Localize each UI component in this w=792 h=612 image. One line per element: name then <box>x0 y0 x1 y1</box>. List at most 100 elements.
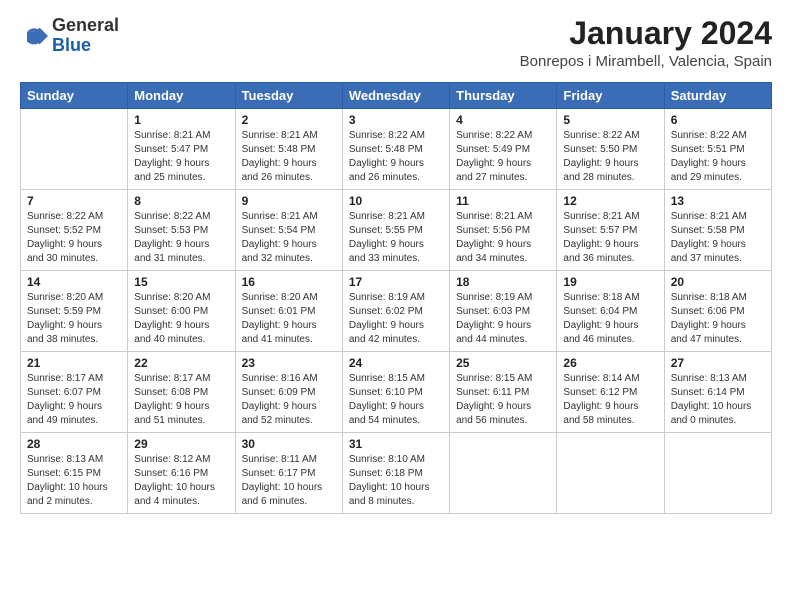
day-number: 21 <box>27 356 121 370</box>
day-number: 9 <box>242 194 336 208</box>
table-row: 3Sunrise: 8:22 AM Sunset: 5:48 PM Daylig… <box>342 109 449 190</box>
logo: General Blue <box>20 16 119 56</box>
day-content: Sunrise: 8:22 AM Sunset: 5:53 PM Dayligh… <box>134 210 228 266</box>
day-content: Sunrise: 8:15 AM Sunset: 6:10 PM Dayligh… <box>349 372 443 428</box>
day-number: 8 <box>134 194 228 208</box>
day-content: Sunrise: 8:17 AM Sunset: 6:08 PM Dayligh… <box>134 372 228 428</box>
day-content: Sunrise: 8:13 AM Sunset: 6:14 PM Dayligh… <box>671 372 765 428</box>
table-row: 28 Sunrise: 8:13 AM Sunset: 6:15 PM Dayli… <box>21 433 128 514</box>
day-content: Sunrise: 8:14 AM Sunset: 6:12 PM Dayligh… <box>563 372 657 428</box>
calendar-week-row: 21 Sunrise: 8:17 AM Sunset: 6:07 PM Dayli… <box>21 352 772 433</box>
table-row: 11Sunrise: 8:21 AM Sunset: 5:56 PM Dayli… <box>450 190 557 271</box>
table-row: 7 Sunrise: 8:22 AM Sunset: 5:52 PM Daylig… <box>21 190 128 271</box>
day-content: Sunrise: 8:10 AM Sunset: 6:18 PM Dayligh… <box>349 453 443 509</box>
table-row: 12 Sunrise: 8:21 AM Sunset: 5:57 PM Dayli… <box>557 190 664 271</box>
table-row <box>557 433 664 514</box>
table-row: 27 Sunrise: 8:13 AM Sunset: 6:14 PM Dayli… <box>664 352 771 433</box>
header-friday: Friday <box>557 83 664 109</box>
day-content: Sunrise: 8:12 AM Sunset: 6:16 PM Dayligh… <box>134 453 228 509</box>
day-content: Sunrise: 8:13 AM Sunset: 6:15 PM Dayligh… <box>27 453 121 509</box>
day-content: Sunrise: 8:21 AM Sunset: 5:48 PM Dayligh… <box>242 129 336 185</box>
day-number: 12 <box>563 194 657 208</box>
day-content: Sunrise: 8:19 AM Sunset: 6:03 PM Dayligh… <box>456 291 550 347</box>
day-number: 6 <box>671 113 765 127</box>
table-row: 22Sunrise: 8:17 AM Sunset: 6:08 PM Dayli… <box>128 352 235 433</box>
day-number: 7 <box>27 194 121 208</box>
calendar-week-row: 28 Sunrise: 8:13 AM Sunset: 6:15 PM Dayli… <box>21 433 772 514</box>
day-content: Sunrise: 8:21 AM Sunset: 5:55 PM Dayligh… <box>349 210 443 266</box>
table-row: 24 Sunrise: 8:15 AM Sunset: 6:10 PM Dayli… <box>342 352 449 433</box>
logo-icon <box>20 22 48 50</box>
table-row: 23 Sunrise: 8:16 AM Sunset: 6:09 PM Dayli… <box>235 352 342 433</box>
calendar-header-row: Sunday Monday Tuesday Wednesday Thursday… <box>21 83 772 109</box>
day-content: Sunrise: 8:21 AM Sunset: 5:57 PM Dayligh… <box>563 210 657 266</box>
day-number: 4 <box>456 113 550 127</box>
day-content: Sunrise: 8:22 AM Sunset: 5:50 PM Dayligh… <box>563 129 657 185</box>
table-row: 10Sunrise: 8:21 AM Sunset: 5:55 PM Dayli… <box>342 190 449 271</box>
table-row: 29Sunrise: 8:12 AM Sunset: 6:16 PM Dayli… <box>128 433 235 514</box>
table-row: 8 Sunrise: 8:22 AM Sunset: 5:53 PM Daylig… <box>128 190 235 271</box>
location-title: Bonrepos i Mirambell, Valencia, Spain <box>520 53 772 70</box>
table-row: 15 Sunrise: 8:20 AM Sunset: 6:00 PM Dayli… <box>128 271 235 352</box>
day-number: 5 <box>563 113 657 127</box>
day-number: 25 <box>456 356 550 370</box>
day-number: 24 <box>349 356 443 370</box>
day-content: Sunrise: 8:21 AM Sunset: 5:58 PM Dayligh… <box>671 210 765 266</box>
day-number: 27 <box>671 356 765 370</box>
month-title: January 2024 <box>520 16 772 51</box>
day-content: Sunrise: 8:18 AM Sunset: 6:04 PM Dayligh… <box>563 291 657 347</box>
day-number: 19 <box>563 275 657 289</box>
calendar-week-row: 1 Sunrise: 8:21 AM Sunset: 5:47 PM Daylig… <box>21 109 772 190</box>
table-row <box>21 109 128 190</box>
day-content: Sunrise: 8:20 AM Sunset: 5:59 PM Dayligh… <box>27 291 121 347</box>
table-row: 2 Sunrise: 8:21 AM Sunset: 5:48 PM Daylig… <box>235 109 342 190</box>
table-row: 30 Sunrise: 8:11 AM Sunset: 6:17 PM Dayli… <box>235 433 342 514</box>
table-row: 26 Sunrise: 8:14 AM Sunset: 6:12 PM Dayli… <box>557 352 664 433</box>
table-row: 6 Sunrise: 8:22 AM Sunset: 5:51 PM Daylig… <box>664 109 771 190</box>
table-row: 5 Sunrise: 8:22 AM Sunset: 5:50 PM Daylig… <box>557 109 664 190</box>
day-number: 30 <box>242 437 336 451</box>
table-row <box>664 433 771 514</box>
table-row: 14 Sunrise: 8:20 AM Sunset: 5:59 PM Dayli… <box>21 271 128 352</box>
table-row <box>450 433 557 514</box>
day-content: Sunrise: 8:17 AM Sunset: 6:07 PM Dayligh… <box>27 372 121 428</box>
day-number: 14 <box>27 275 121 289</box>
day-content: Sunrise: 8:22 AM Sunset: 5:52 PM Dayligh… <box>27 210 121 266</box>
page: General Blue January 2024 Bonrepos i Mir… <box>0 0 792 612</box>
header-wednesday: Wednesday <box>342 83 449 109</box>
table-row: 16Sunrise: 8:20 AM Sunset: 6:01 PM Dayli… <box>235 271 342 352</box>
header-sunday: Sunday <box>21 83 128 109</box>
day-content: Sunrise: 8:20 AM Sunset: 6:00 PM Dayligh… <box>134 291 228 347</box>
day-content: Sunrise: 8:15 AM Sunset: 6:11 PM Dayligh… <box>456 372 550 428</box>
day-content: Sunrise: 8:22 AM Sunset: 5:48 PM Dayligh… <box>349 129 443 185</box>
day-content: Sunrise: 8:22 AM Sunset: 5:49 PM Dayligh… <box>456 129 550 185</box>
title-block: January 2024 Bonrepos i Mirambell, Valen… <box>520 16 772 70</box>
table-row: 21 Sunrise: 8:17 AM Sunset: 6:07 PM Dayli… <box>21 352 128 433</box>
day-number: 2 <box>242 113 336 127</box>
day-number: 15 <box>134 275 228 289</box>
day-number: 18 <box>456 275 550 289</box>
table-row: 4 Sunrise: 8:22 AM Sunset: 5:49 PM Daylig… <box>450 109 557 190</box>
day-number: 1 <box>134 113 228 127</box>
day-number: 23 <box>242 356 336 370</box>
day-number: 20 <box>671 275 765 289</box>
calendar-week-row: 7 Sunrise: 8:22 AM Sunset: 5:52 PM Daylig… <box>21 190 772 271</box>
day-content: Sunrise: 8:16 AM Sunset: 6:09 PM Dayligh… <box>242 372 336 428</box>
table-row: 18 Sunrise: 8:19 AM Sunset: 6:03 PM Dayli… <box>450 271 557 352</box>
header-thursday: Thursday <box>450 83 557 109</box>
table-row: 1 Sunrise: 8:21 AM Sunset: 5:47 PM Daylig… <box>128 109 235 190</box>
day-content: Sunrise: 8:19 AM Sunset: 6:02 PM Dayligh… <box>349 291 443 347</box>
day-number: 17 <box>349 275 443 289</box>
logo-text: General Blue <box>52 16 119 56</box>
table-row: 9Sunrise: 8:21 AM Sunset: 5:54 PM Daylig… <box>235 190 342 271</box>
day-number: 26 <box>563 356 657 370</box>
day-content: Sunrise: 8:22 AM Sunset: 5:51 PM Dayligh… <box>671 129 765 185</box>
day-content: Sunrise: 8:21 AM Sunset: 5:56 PM Dayligh… <box>456 210 550 266</box>
table-row: 13Sunrise: 8:21 AM Sunset: 5:58 PM Dayli… <box>664 190 771 271</box>
day-content: Sunrise: 8:11 AM Sunset: 6:17 PM Dayligh… <box>242 453 336 509</box>
day-content: Sunrise: 8:20 AM Sunset: 6:01 PM Dayligh… <box>242 291 336 347</box>
calendar-week-row: 14 Sunrise: 8:20 AM Sunset: 5:59 PM Dayli… <box>21 271 772 352</box>
day-content: Sunrise: 8:21 AM Sunset: 5:47 PM Dayligh… <box>134 129 228 185</box>
day-content: Sunrise: 8:18 AM Sunset: 6:06 PM Dayligh… <box>671 291 765 347</box>
day-number: 28 <box>27 437 121 451</box>
